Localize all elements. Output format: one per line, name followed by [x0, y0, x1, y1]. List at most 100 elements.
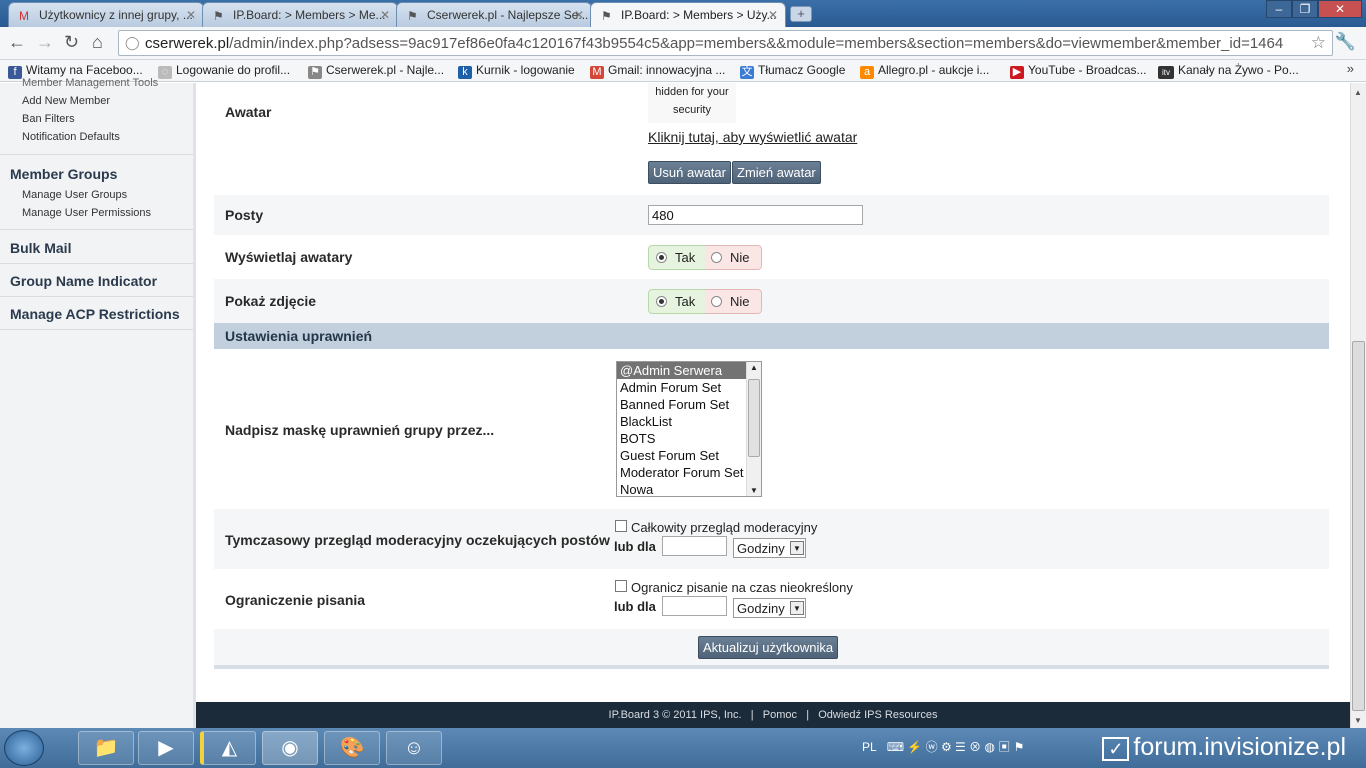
list-item[interactable]: @Admin Serwera — [617, 362, 761, 379]
reload-icon[interactable]: ↻ — [64, 33, 79, 51]
sidebar-item-member-tools[interactable]: Member Management Tools — [22, 77, 158, 89]
chevron-down-icon: ▼ — [790, 541, 804, 555]
sidebar-item-manage-user-permissions[interactable]: Manage User Permissions — [22, 207, 151, 219]
chevron-down-icon: ▼ — [790, 601, 804, 615]
form-submit-row: Aktualizuj użytkownika — [214, 629, 1329, 669]
ips-resources-link[interactable]: Odwiedź IPS Resources — [818, 709, 937, 721]
avatar-placeholder: hidden for your security — [648, 83, 736, 123]
list-item[interactable]: Banned Forum Set — [617, 396, 761, 413]
page-scrollbar[interactable]: ▲ ▼ — [1350, 83, 1366, 728]
bookmarks-bar: f Witamy na Faceboo... ◌ Logowanie do prof… — [0, 60, 1366, 82]
aimp-icon[interactable]: ◭ — [200, 731, 256, 765]
back-icon[interactable]: ← — [8, 33, 26, 51]
sidebar-item-manage-user-groups[interactable]: Manage User Groups — [22, 189, 127, 201]
bookmark-translate[interactable]: 文 Tłumacz Google — [740, 63, 845, 79]
sidebar-group-acp-restrictions[interactable]: Manage ACP Restrictions — [10, 306, 180, 322]
list-item[interactable]: Guest Forum Set — [617, 447, 761, 464]
scroll-up-icon[interactable]: ▲ — [750, 363, 758, 372]
maximize-icon[interactable]: ❐ — [1292, 0, 1318, 18]
language-indicator[interactable]: PL — [862, 740, 877, 754]
scroll-thumb[interactable] — [1352, 341, 1365, 711]
window-controls: – ❐ ✕ — [1266, 0, 1362, 18]
permissions-section-header: Ustawienia uprawnień — [214, 323, 1329, 349]
browser-tab-strip: M Użytkownicy z innej grupy, ... ✕ ⚑ IP.… — [0, 0, 1366, 28]
site-icon: ⚑ — [407, 9, 418, 23]
mod-review-check-label: Całkowity przegląd moderacyjny — [631, 520, 818, 535]
or-for-label: lub dla — [614, 599, 656, 614]
explorer-icon[interactable]: 📁 — [78, 731, 134, 765]
browser-tab[interactable]: ⚑ IP.Board: > Members > Me... ✕ — [202, 2, 398, 27]
start-button[interactable] — [4, 730, 44, 766]
wrench-icon[interactable]: 🔧 — [1335, 32, 1356, 52]
list-item[interactable]: Moderator Forum Set — [617, 464, 761, 481]
close-tab-icon[interactable]: ✕ — [186, 8, 196, 22]
show-photo-no[interactable]: Nie — [705, 289, 762, 314]
sidebar-item-add-member[interactable]: Add New Member — [22, 95, 110, 107]
media-player-icon[interactable]: ▶ — [138, 731, 194, 765]
show-photo-yes[interactable]: Tak — [648, 289, 705, 314]
sidebar-group-name-indicator[interactable]: Group Name Indicator — [10, 273, 157, 289]
bookmark-gmail[interactable]: M Gmail: innowacyjna ... — [590, 63, 725, 79]
radio-selected-icon — [656, 252, 667, 263]
paint-icon[interactable]: 🎨 — [324, 731, 380, 765]
listbox-scrollbar[interactable]: ▲ ▼ — [746, 362, 761, 496]
bookmark-cserwerek[interactable]: ⚑ Cserwerek.pl - Najle... — [308, 63, 444, 79]
help-link[interactable]: Pomoc — [763, 709, 797, 721]
update-member-button[interactable]: Aktualizuj użytkownika — [698, 636, 839, 659]
close-tab-icon[interactable]: ✕ — [380, 8, 390, 22]
sidebar-group-member-groups[interactable]: Member Groups — [10, 166, 117, 182]
list-item[interactable]: Nowa — [617, 481, 761, 496]
posting-limit-duration-input[interactable] — [662, 596, 727, 616]
posting-limit-checkbox[interactable] — [615, 580, 627, 592]
scroll-down-icon[interactable]: ▼ — [1354, 716, 1362, 725]
smiley-app-icon[interactable]: ☺ — [386, 731, 442, 765]
mod-review-duration-input[interactable] — [662, 536, 727, 556]
close-tab-icon[interactable]: ✕ — [574, 8, 584, 22]
bookmark-itv[interactable]: itv Kanały na Żywo - Po... — [1158, 63, 1299, 79]
posts-input[interactable] — [648, 205, 863, 225]
bookmark-youtube[interactable]: ▶ YouTube - Broadcas... — [1010, 63, 1147, 79]
bookmark-login[interactable]: ◌ Logowanie do profil... — [158, 63, 290, 79]
close-window-icon[interactable]: ✕ — [1318, 0, 1362, 18]
close-tab-icon[interactable]: ✕ — [768, 8, 778, 22]
form-row-posts: Posty — [214, 195, 1329, 235]
show-avatars-yes[interactable]: Tak — [648, 245, 705, 270]
chrome-icon[interactable]: ◉ — [262, 731, 318, 765]
change-avatar-button[interactable]: Zmień awatar — [732, 161, 821, 184]
bookmarks-overflow-icon[interactable]: » — [1347, 61, 1354, 76]
profile-icon: ◌ — [158, 66, 172, 79]
radio-icon — [711, 296, 722, 307]
address-bar[interactable]: ◯ cserwerek.pl/admin/index.php?adsess=9a… — [118, 30, 1333, 56]
sidebar-item-ban-filters[interactable]: Ban Filters — [22, 113, 75, 125]
form-row-avatar: Awatar hidden for your security Kliknij … — [214, 83, 1329, 195]
ipboard-icon: ⚑ — [213, 9, 224, 23]
sidebar-group-bulk-mail[interactable]: Bulk Mail — [10, 240, 71, 256]
show-avatar-link[interactable]: Kliknij tutaj, aby wyświetlić awatar — [648, 129, 857, 145]
scroll-thumb[interactable] — [748, 379, 760, 457]
bookmark-allegro[interactable]: a Allegro.pl - aukcje i... — [860, 63, 989, 79]
show-avatars-no[interactable]: Nie — [705, 245, 762, 270]
posting-limit-unit-select[interactable]: Godziny ▼ — [733, 598, 806, 618]
bookmark-star-icon[interactable]: ☆ — [1311, 33, 1326, 53]
forward-icon[interactable]: → — [36, 33, 54, 51]
acp-footer: IP.Board 3 © 2011 IPS, Inc. | Pomoc | Od… — [196, 702, 1350, 728]
posting-limit-check-label: Ogranicz pisanie na czas nieokreślony — [631, 580, 853, 595]
sidebar-item-notification-defaults[interactable]: Notification Defaults — [22, 131, 120, 143]
mod-review-unit-select[interactable]: Godziny ▼ — [733, 538, 806, 558]
list-item[interactable]: BlackList — [617, 413, 761, 430]
list-item[interactable]: Admin Forum Set — [617, 379, 761, 396]
browser-tab[interactable]: ⚑ Cserwerek.pl - Najlepsze Se... ✕ — [396, 2, 592, 27]
browser-tab-active[interactable]: ⚑ IP.Board: > Members > Uży... ✕ — [590, 2, 786, 28]
bookmark-kurnik[interactable]: k Kurnik - logowanie — [458, 63, 575, 79]
list-item[interactable]: BOTS — [617, 430, 761, 447]
permission-mask-listbox[interactable]: @Admin Serwera Admin Forum Set Banned Fo… — [616, 361, 762, 497]
minimize-icon[interactable]: – — [1266, 0, 1292, 18]
home-icon[interactable]: ⌂ — [92, 33, 103, 51]
browser-tab[interactable]: M Użytkownicy z innej grupy, ... ✕ — [8, 2, 204, 27]
mod-review-checkbox[interactable] — [615, 520, 627, 532]
radio-selected-icon — [656, 296, 667, 307]
new-tab-button[interactable]: + — [790, 6, 812, 22]
scroll-down-icon[interactable]: ▼ — [750, 486, 758, 495]
scroll-up-icon[interactable]: ▲ — [1354, 88, 1362, 97]
remove-avatar-button[interactable]: Usuń awatar — [648, 161, 731, 184]
